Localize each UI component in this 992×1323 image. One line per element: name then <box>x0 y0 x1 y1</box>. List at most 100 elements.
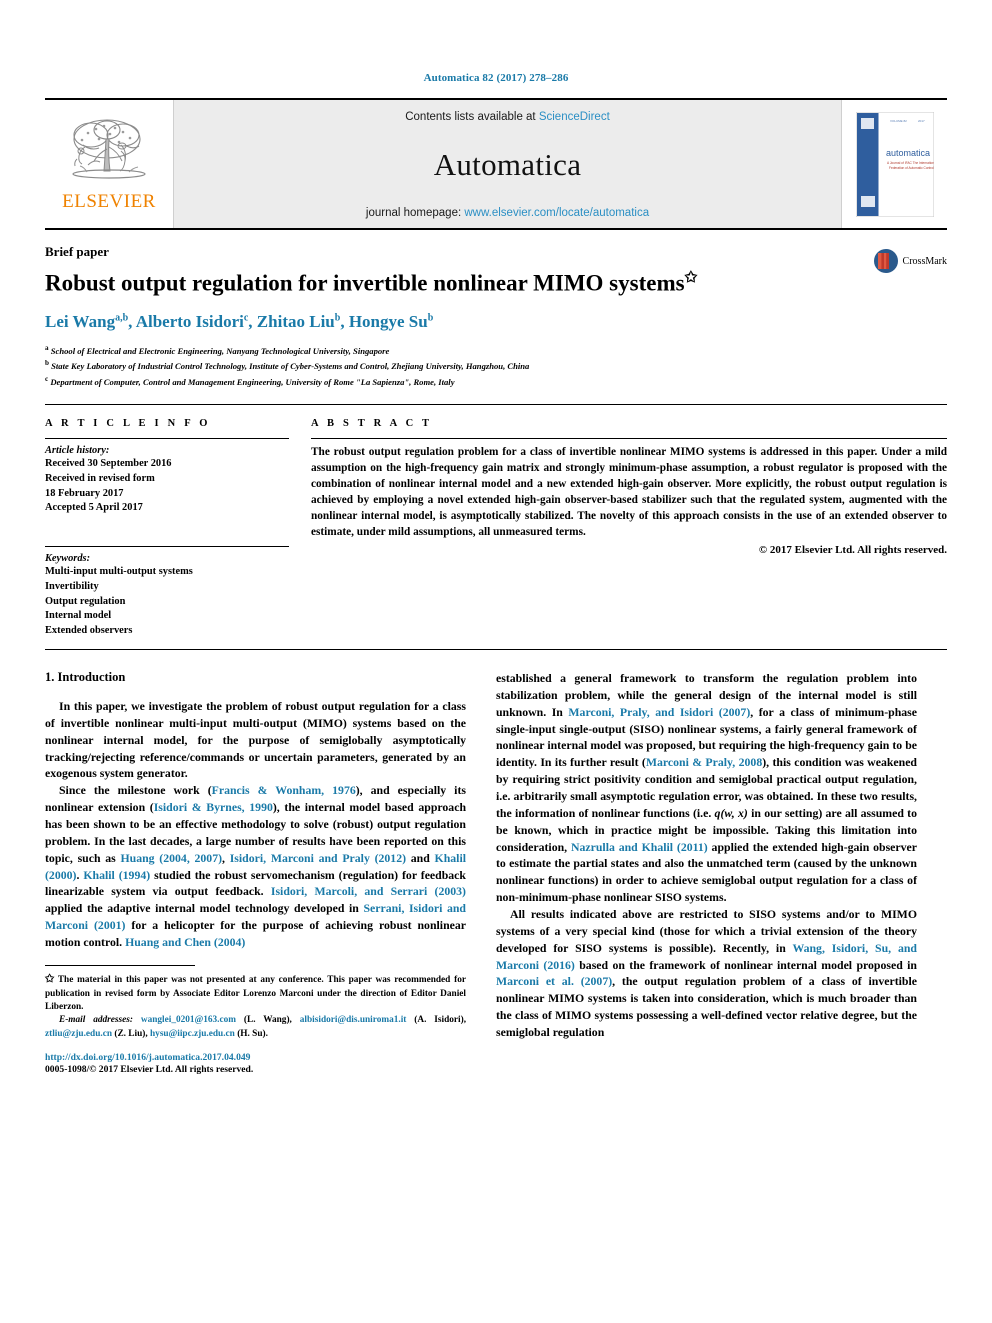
affiliation-item: a School of Electrical and Electronic En… <box>45 343 947 359</box>
journal-reference: Automatica 82 (2017) 278–286 <box>423 72 569 84</box>
citation-link[interactable]: Nazrulla and Khalil (2011) <box>571 840 708 854</box>
abstract-text: The robust output regulation problem for… <box>311 446 947 538</box>
contents-prefix: Contents lists available at <box>405 111 539 123</box>
masthead-center: Contents lists available at ScienceDirec… <box>174 100 841 228</box>
divider-below-abstract <box>45 648 947 650</box>
affiliation-item: b State Key Laboratory of Industrial Con… <box>45 358 947 374</box>
history-item: 18 February 2017 <box>45 487 124 499</box>
email-addresses: E-mail addresses: wanglei_0201@163.com (… <box>45 1014 466 1041</box>
paper-title-text: Robust output regulation for invertible … <box>45 270 685 296</box>
citation-link[interactable]: Isidori, Marconi and Praly (2012) <box>230 851 406 865</box>
citation-link[interactable]: Isidori & Byrnes, 1990 <box>154 800 273 814</box>
journal-homepage-line: journal homepage: www.elsevier.com/locat… <box>366 207 649 219</box>
citation-link[interactable]: Serrani, Isidori and Marconi (2001) <box>45 901 466 932</box>
homepage-prefix: journal homepage: <box>365 207 465 219</box>
keywords-block: Keywords: Multi-input multi-output syste… <box>45 546 289 639</box>
keyword-item: Output regulation <box>45 595 126 607</box>
intro-paragraph-1: In this paper, we investigate the proble… <box>45 698 466 781</box>
title-footnote-marker: ✩ <box>684 270 698 286</box>
issn-copyright-line: 0005-1098/© 2017 Elsevier Ltd. All right… <box>45 1064 254 1076</box>
affiliation-text: Department of Computer, Control and Mana… <box>50 377 455 388</box>
abstract-heading: A B S T R A C T <box>311 418 433 430</box>
article-info-heading: A R T I C L E I N F O <box>45 418 211 430</box>
citation-link[interactable]: Francis & Wonham, 1976 <box>212 783 356 797</box>
contents-available-line: Contents lists available at ScienceDirec… <box>405 111 610 123</box>
svg-text:VOLUME 82: VOLUME 82 <box>890 119 907 123</box>
right-paragraph-1: established a general framework to trans… <box>496 670 917 905</box>
email-owner: (H. Su). <box>237 1028 268 1039</box>
footnote-body: The material in this paper was not prese… <box>45 974 467 1013</box>
article-history-label: Article history: <box>45 445 110 457</box>
paper-page: Automatica 82 (2017) 278–286 ELSEVIER Co… <box>0 0 992 1323</box>
email-owner: (L. Wang), <box>243 1015 292 1026</box>
body-left-column: 1. Introduction In this paper, we invest… <box>45 670 466 1075</box>
footnote-text: ✩ The material in this paper was not pre… <box>45 972 466 1015</box>
citation-link[interactable]: Marconi, Praly, and Isidori (2007) <box>568 705 750 719</box>
affiliation-text: State Key Laboratory of Industrial Contr… <box>51 361 530 372</box>
affiliation-mark: a <box>45 343 49 352</box>
journal-homepage-link[interactable]: www.elsevier.com/locate/automatica <box>464 207 649 219</box>
citation-link[interactable]: Marconi et al. (2007) <box>496 974 612 988</box>
article-info-rule <box>45 438 289 440</box>
article-info-column: A R T I C L E I N F O Article history: R… <box>45 418 289 639</box>
automatica-cover-image: VOLUME 82 2017 automatica A Journal of I… <box>855 111 934 217</box>
crossmark-icon <box>873 249 898 273</box>
email-link[interactable]: wanglei_0201@163.com <box>141 1015 236 1025</box>
keyword-item: Internal model <box>45 610 112 622</box>
footnote-marker: ✩ <box>45 972 55 985</box>
title-block: CrossMark Brief paper Robust output regu… <box>45 230 947 390</box>
svg-text:automatica: automatica <box>886 148 930 158</box>
author-list: Lei Wanga,b, Alberto Isidoric, Zhitao Li… <box>45 311 434 331</box>
email-link[interactable]: ztliu@zju.edu.cn <box>45 1029 112 1039</box>
journal-title: Automatica <box>433 147 582 182</box>
sciencedirect-link[interactable]: ScienceDirect <box>539 111 610 123</box>
svg-text:Federation of Automatic Contro: Federation of Automatic Control <box>889 166 934 170</box>
elsevier-logo: ELSEVIER <box>45 100 174 228</box>
elsevier-wordmark: ELSEVIER <box>62 191 156 212</box>
citation-link[interactable]: Wang, Isidori, Su, and Marconi (2016) <box>496 941 917 972</box>
citation-link[interactable]: Marconi & Praly, 2008 <box>646 755 762 769</box>
journal-masthead: ELSEVIER Contents lists available at Sci… <box>45 98 947 230</box>
section-heading-introduction: 1. Introduction <box>45 669 126 684</box>
history-item: Received in revised form <box>45 472 155 484</box>
affiliation-mark: b <box>45 359 49 368</box>
elsevier-tree-icon <box>72 119 146 179</box>
body-right-column: established a general framework to trans… <box>496 670 917 1075</box>
email-link[interactable]: hysu@iipc.zju.edu.cn <box>150 1029 235 1039</box>
citation-link[interactable]: Isidori, Marcoli, and Serrari (2003) <box>271 884 466 898</box>
intro-paragraph-2: Since the milestone work (Francis & Wonh… <box>45 783 467 949</box>
affiliation-list: a School of Electrical and Electronic En… <box>45 343 947 390</box>
article-body: 1. Introduction In this paper, we invest… <box>45 670 947 1075</box>
doi-link[interactable]: http://dx.doi.org/10.1016/j.automatica.2… <box>45 1052 466 1063</box>
affiliation-text: School of Electrical and Electronic Engi… <box>50 345 390 356</box>
article-type-label: Brief paper <box>45 244 109 259</box>
journal-cover-thumbnail: VOLUME 82 2017 automatica A Journal of I… <box>841 100 947 228</box>
keywords-rule <box>45 546 289 548</box>
crossmark-label: CrossMark <box>902 255 947 267</box>
inline-math: q(w, x) <box>714 805 748 820</box>
page-title: Robust output regulation for invertible … <box>45 269 825 298</box>
keyword-item: Extended observers <box>45 625 133 637</box>
affiliation-item: c Department of Computer, Control and Ma… <box>45 374 947 390</box>
keyword-item: Multi-input multi-output systems <box>45 566 193 578</box>
right-paragraph-2: All results indicated above are restrict… <box>496 906 917 1039</box>
email-owner: (A. Isidori), <box>414 1015 467 1026</box>
email-link[interactable]: albisidori@dis.uniroma1.it <box>300 1015 407 1025</box>
crossmark-badge[interactable]: CrossMark <box>873 248 947 274</box>
abstract-rule <box>311 438 947 440</box>
abstract-copyright: © 2017 Elsevier Ltd. All rights reserved… <box>758 543 947 556</box>
info-abstract-section: A R T I C L E I N F O Article history: R… <box>45 405 947 639</box>
citation-link[interactable]: Huang and Chen (2004) <box>125 935 245 949</box>
email-owner: (Z. Liu), <box>114 1028 148 1039</box>
citation-link[interactable]: Khalil (1994) <box>83 868 150 882</box>
footnote-rule <box>45 964 195 966</box>
abstract-column: A B S T R A C T The robust output regula… <box>311 418 947 639</box>
history-item: Accepted 5 April 2017 <box>45 502 143 514</box>
keyword-item: Invertibility <box>45 580 99 592</box>
footnote-block: ✩ The material in this paper was not pre… <box>45 964 466 1076</box>
history-item: Received 30 September 2016 <box>45 458 172 470</box>
email-label: E-mail addresses: <box>59 1015 133 1026</box>
affiliation-mark: c <box>45 375 49 384</box>
citation-link[interactable]: Huang (2004, 2007) <box>120 851 222 865</box>
keywords-label: Keywords: <box>45 553 91 565</box>
